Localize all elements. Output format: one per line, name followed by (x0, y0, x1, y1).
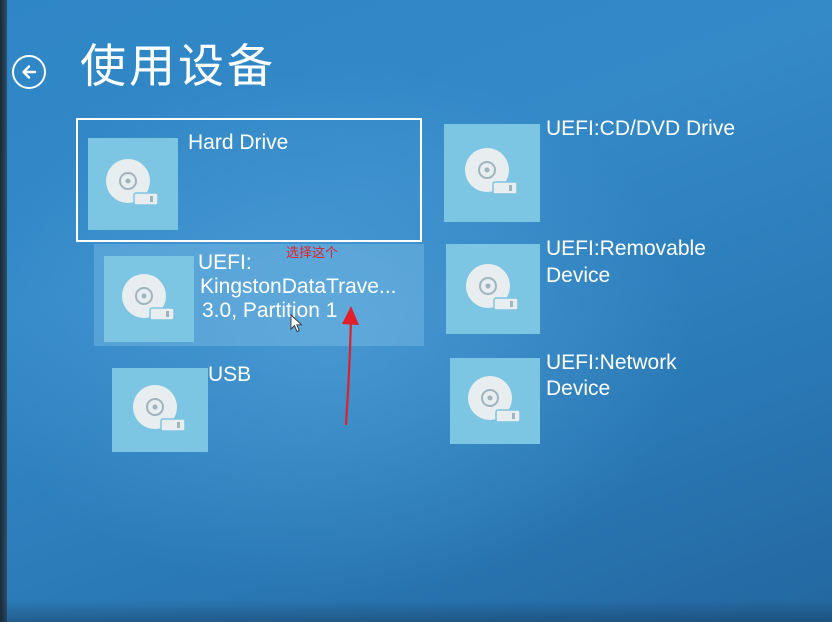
back-arrow-icon (22, 65, 37, 79)
monitor-bezel (0, 0, 7, 622)
mouse-cursor-icon (290, 314, 303, 333)
device-label-uefi-cd-dvd: UEFI:CD/DVD Drive (546, 117, 736, 140)
disk-drive-icon (112, 368, 208, 452)
page-title: 使用设备 (80, 39, 276, 93)
device-label-usb: USB (208, 363, 252, 386)
device-label-uefi-removable-line1: UEFI:Removable (546, 237, 706, 260)
disk-drive-icon (450, 358, 540, 444)
device-label-uefi-line2: KingstonDataTrave... (200, 275, 397, 298)
device-tile-hard-drive[interactable]: Hard Drive (76, 118, 422, 242)
device-tile-uefi-network[interactable]: UEFI:Network Device (450, 350, 740, 446)
device-label-uefi-network-line1: UEFI:Network (546, 351, 677, 374)
device-label-uefi-network-line2: Device (546, 377, 611, 400)
disk-drive-icon (446, 244, 540, 334)
disk-drive-icon (104, 256, 194, 342)
device-tile-uefi-cd-dvd[interactable]: UEFI:CD/DVD Drive (444, 116, 774, 224)
device-tile-uefi-removable[interactable]: UEFI:Removable Device (446, 236, 746, 336)
red-arrow-icon (342, 306, 359, 426)
device-label-hard-drive: Hard Drive (188, 131, 289, 154)
boot-screen: 使用设备 Hard Drive UEFI: KingstonDataTrave.… (0, 0, 832, 622)
annotation-text: 选择这个 (286, 246, 339, 261)
disk-drive-icon (444, 124, 540, 222)
back-button[interactable] (12, 55, 46, 89)
disk-drive-icon (88, 138, 178, 230)
device-label-uefi-line3: 3.0, Partition 1 (202, 299, 338, 322)
device-label-uefi-removable-line2: Device (546, 264, 611, 287)
device-label-uefi-line1: UEFI: (198, 251, 252, 274)
device-tile-uefi-kingston[interactable]: UEFI: KingstonDataTrave... 3.0, Partitio… (94, 244, 424, 346)
device-tile-usb[interactable]: USB (112, 362, 352, 454)
monitor-bezel-bottom (0, 600, 832, 622)
